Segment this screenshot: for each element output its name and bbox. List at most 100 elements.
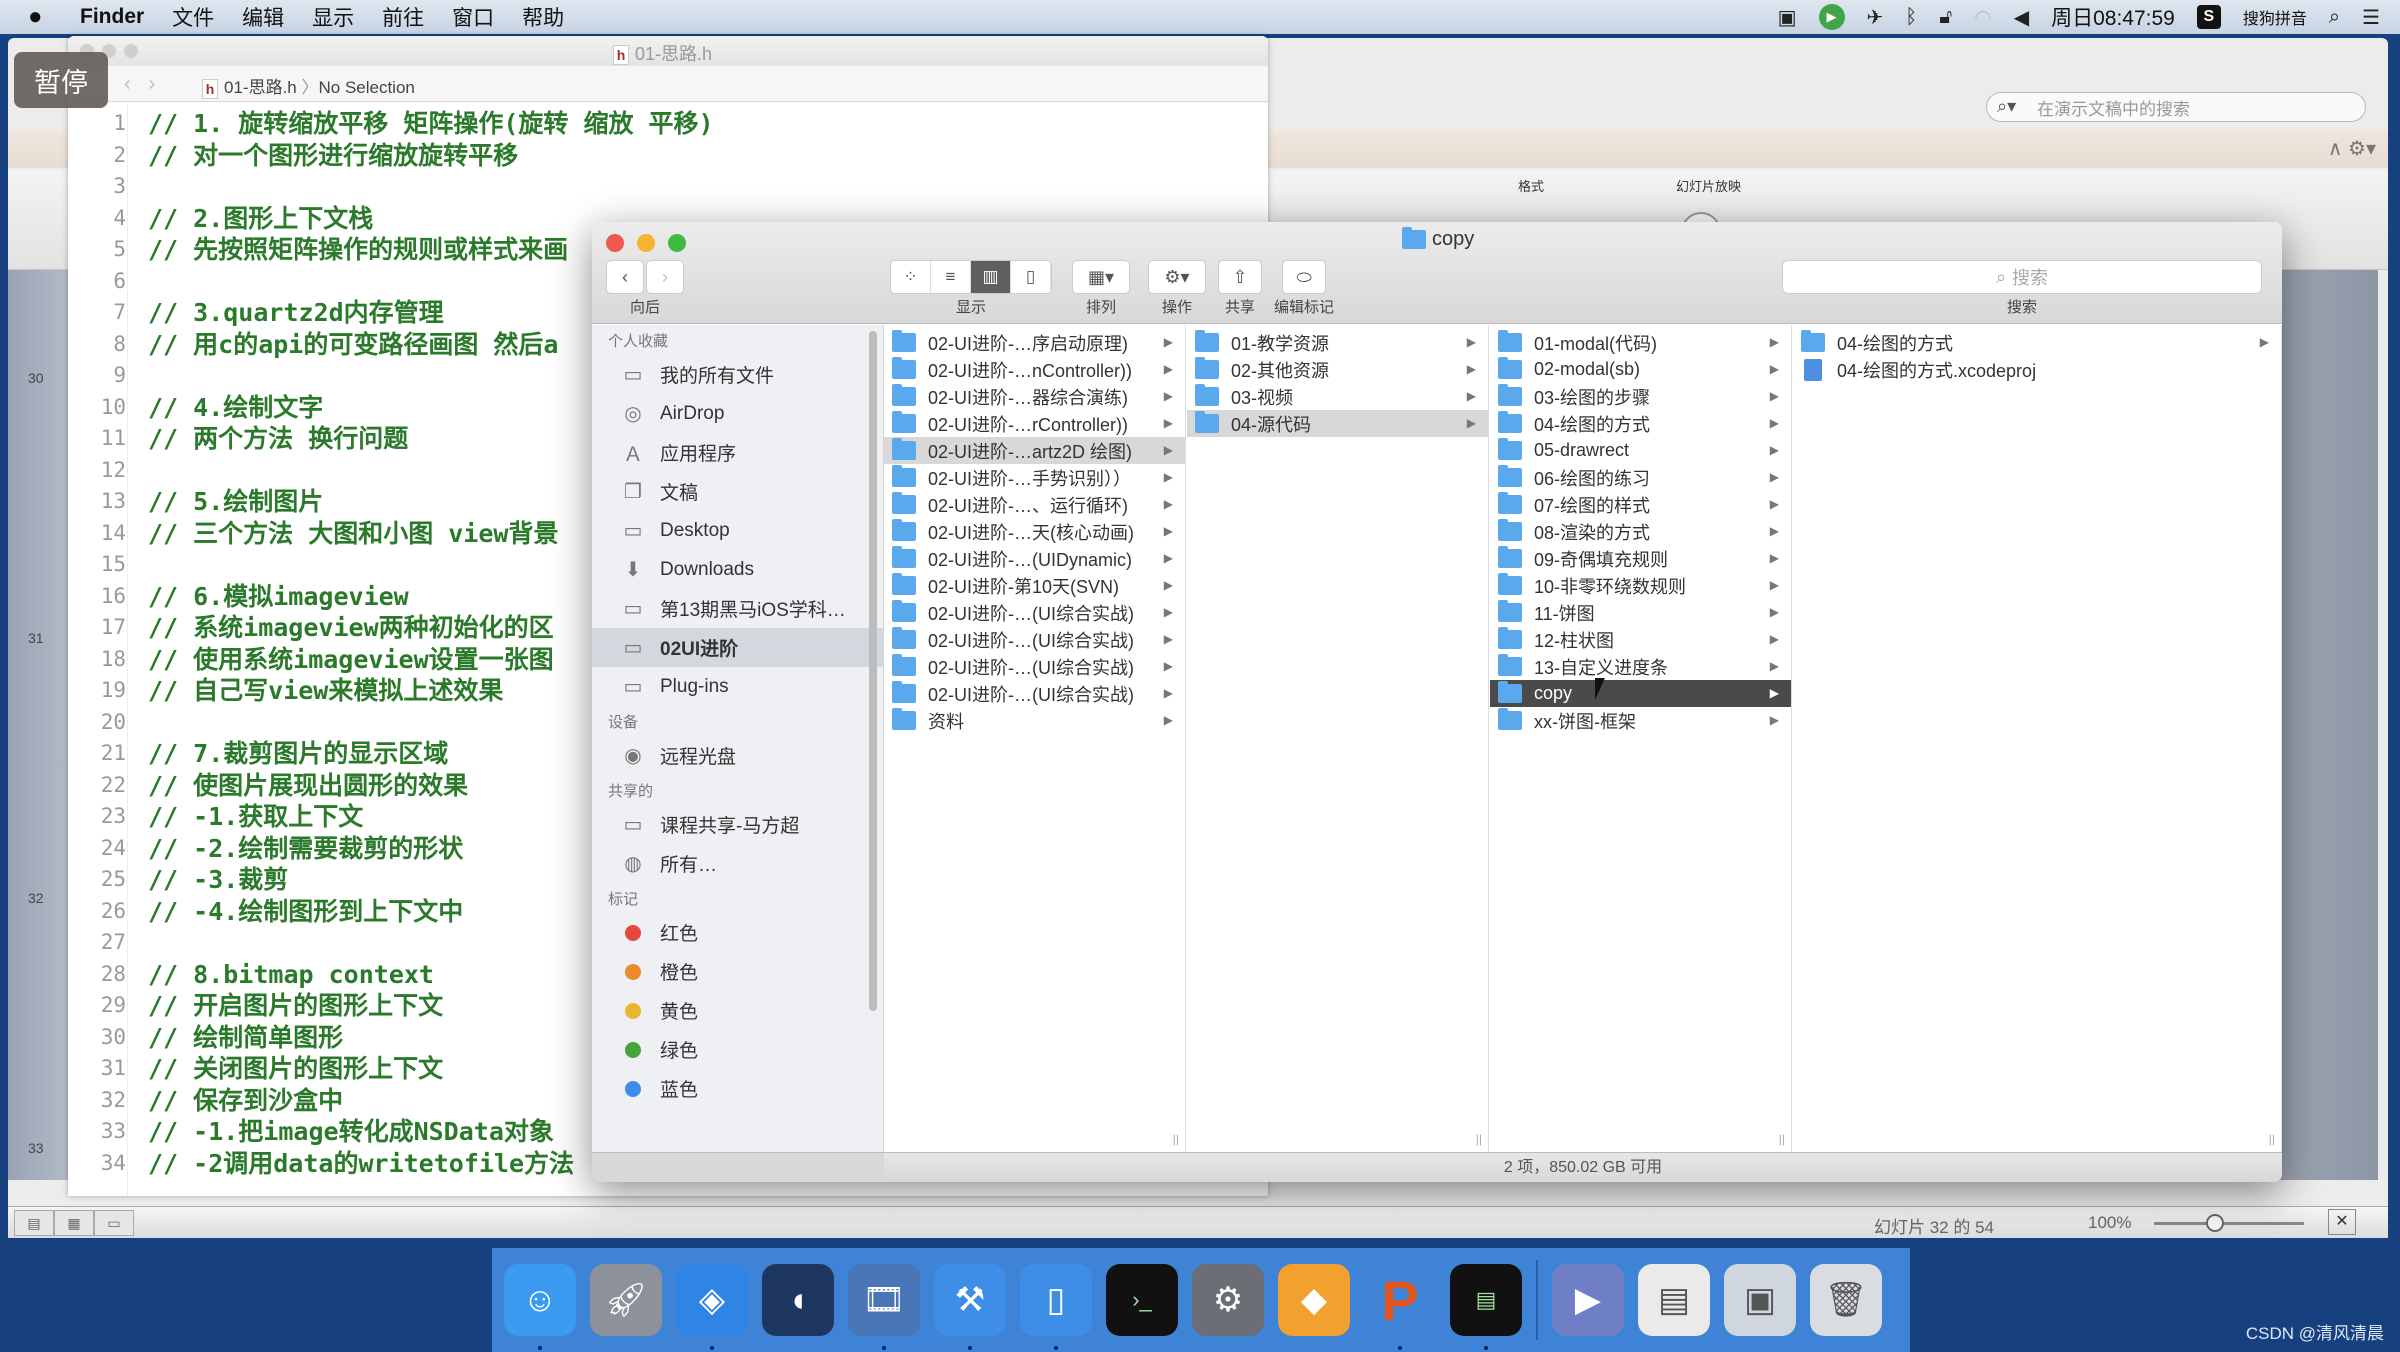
file-list-item[interactable]: 02-UI进阶-…器综合演练) ▶ xyxy=(884,383,1185,410)
sidebar-item[interactable]: ▭ 课程共享-马方超 xyxy=(592,805,883,844)
simulator-icon[interactable]: ▯ xyxy=(1020,1264,1092,1350)
menu-view[interactable]: 显示 xyxy=(312,2,354,32)
code-line[interactable]: 3 xyxy=(113,171,1268,203)
file-list-item[interactable]: 02-UI进阶-…天(核心动画) ▶ xyxy=(884,518,1185,545)
column-resize-handle[interactable]: || xyxy=(1173,1132,1179,1146)
file-list-item[interactable]: 02-UI进阶-…(UIDynamic) ▶ xyxy=(884,545,1185,572)
file-list-item[interactable]: 03-绘图的步骤 ▶ xyxy=(1490,383,1791,410)
sidebar-item[interactable]: Ａ 应用程序 xyxy=(592,433,883,472)
file-list-item[interactable]: xx-饼图-框架 ▶ xyxy=(1490,707,1791,734)
sidebar-item[interactable]: ◉ 远程光盘 xyxy=(592,736,883,775)
menu-help[interactable]: 帮助 xyxy=(522,2,564,32)
zoom-icon[interactable] xyxy=(668,234,686,252)
file-list-item[interactable]: 02-其他资源 ▶ xyxy=(1187,356,1488,383)
file-list-item[interactable]: 05-drawrect ▶ xyxy=(1490,437,1791,464)
document-preview-icon[interactable]: ▤ xyxy=(1638,1264,1710,1336)
history-nav-icons[interactable]: ‹› xyxy=(124,73,173,96)
file-list-item[interactable]: 01-教学资源 ▶ xyxy=(1187,329,1488,356)
trash-icon[interactable]: 🗑︎ xyxy=(1810,1264,1882,1336)
sidebar-item[interactable]: ⬇ Downloads xyxy=(592,550,883,589)
screen-record-icon[interactable]: ▣ xyxy=(1778,5,1797,30)
sketch-icon[interactable]: ◆ xyxy=(1278,1264,1350,1336)
file-list-item[interactable]: 02-UI进阶-…(UI综合实战) ▶ xyxy=(884,599,1185,626)
input-method-label[interactable]: 搜狗拼音 xyxy=(2243,5,2307,29)
icon-view-icon[interactable]: ⁘ xyxy=(891,261,931,293)
sidebar-item[interactable]: 绿色 xyxy=(592,1030,883,1069)
sidebar-item[interactable]: 橙色 xyxy=(592,952,883,991)
pause-overlay-button[interactable]: 暂停 xyxy=(14,52,108,108)
file-list-item[interactable]: 02-modal(sb) ▶ xyxy=(1490,356,1791,383)
file-list-item[interactable]: 02-UI进阶-…artz2D 绘图) ▶ xyxy=(884,437,1185,464)
zoom-slider-knob[interactable] xyxy=(2206,1214,2224,1232)
wifi-icon[interactable]: ◠ xyxy=(1974,5,1991,30)
file-list-item[interactable]: 12-柱状图 ▶ xyxy=(1490,626,1791,653)
sidebar-item[interactable]: ▭ Plug-ins xyxy=(592,667,883,706)
sidebar-item[interactable]: ◍ 所有… xyxy=(592,844,883,883)
menu-app-finder[interactable]: Finder xyxy=(80,5,144,29)
file-list-item[interactable]: 03-视频 ▶ xyxy=(1187,383,1488,410)
menu-window[interactable]: 窗口 xyxy=(452,2,494,32)
file-list-item[interactable]: 08-渲染的方式 ▶ xyxy=(1490,518,1791,545)
sidebar-item[interactable]: ▭ 第13期黑马iOS学科… xyxy=(592,589,883,628)
column-resize-handle[interactable]: || xyxy=(1476,1132,1482,1146)
menu-go[interactable]: 前往 xyxy=(382,2,424,32)
airplane-icon[interactable]: ✈ xyxy=(1867,5,1884,30)
code-line[interactable]: 1 // 1. 旋转缩放平移 矩阵操作(旋转 缩放 平移) xyxy=(113,108,1268,140)
file-list-item[interactable]: 02-UI进阶-…手势识别）） ▶ xyxy=(884,464,1185,491)
share-icon[interactable]: ⇧ xyxy=(1218,260,1262,294)
file-list-item[interactable]: 02-UI进阶-…、运行循环) ▶ xyxy=(884,491,1185,518)
normal-view-icon[interactable]: ▤ xyxy=(14,1210,54,1236)
file-list-item[interactable]: 11-饼图 ▶ xyxy=(1490,599,1791,626)
file-list-item[interactable]: 04-绘图的方式 ▶ xyxy=(1490,410,1791,437)
safari-icon[interactable]: ◈ xyxy=(676,1264,748,1350)
sidebar-item[interactable]: ▭ 我的所有文件 xyxy=(592,355,883,394)
console-icon[interactable]: ▤ xyxy=(1450,1264,1522,1350)
slide-number[interactable]: 32 xyxy=(28,890,44,906)
sidebar-item[interactable]: 蓝色 xyxy=(592,1069,883,1108)
file-list-item[interactable]: 02-UI进阶-…(UI综合实战) ▶ xyxy=(884,626,1185,653)
close-icon[interactable] xyxy=(606,234,624,252)
back-button[interactable]: ‹ xyxy=(606,260,644,294)
column-view-icon[interactable]: ▥ xyxy=(971,261,1011,293)
finder-icon[interactable]: ☺ xyxy=(504,1264,576,1350)
file-list-item[interactable]: 13-自定义进度条 ▶ xyxy=(1490,653,1791,680)
ribbon-collapse-gear-icon[interactable]: ∧ ⚙▾ xyxy=(2328,136,2376,161)
file-list-item[interactable]: 04-绘图的方式 ▶ xyxy=(1793,329,2281,356)
sidebar-scrollbar[interactable] xyxy=(869,331,877,1011)
fit-window-icon[interactable]: ✕ xyxy=(2328,1209,2356,1235)
system-preferences-icon[interactable]: ⚙ xyxy=(1192,1264,1264,1336)
sogou-icon[interactable]: S xyxy=(2196,5,2221,29)
volume-icon[interactable]: ◀ xyxy=(2014,5,2029,30)
file-list-item[interactable]: 02-UI进阶-第10天(SVN) ▶ xyxy=(884,572,1185,599)
sidebar-item[interactable]: ▭ 02UI进阶 xyxy=(592,628,883,667)
file-list-item[interactable]: 10-非零环绕数规则 ▶ xyxy=(1490,572,1791,599)
notification-center-icon[interactable]: ☰ xyxy=(2362,5,2380,30)
apple-menu-icon[interactable]: ● xyxy=(28,3,58,31)
file-list-item[interactable]: 02-UI进阶-…rController)) ▶ xyxy=(884,410,1185,437)
sidebar-item[interactable]: 红色 xyxy=(592,913,883,952)
clock[interactable]: 周日08:47:59 xyxy=(2051,2,2175,32)
zoom-slider[interactable] xyxy=(2154,1222,2304,1225)
slide-number[interactable]: 31 xyxy=(28,630,44,646)
slide-number[interactable]: 30 xyxy=(28,370,44,386)
file-list-item[interactable]: 01-modal(代码) ▶ xyxy=(1490,329,1791,356)
file-list-item[interactable]: 02-UI进阶-…序启动原理) ▶ xyxy=(884,329,1185,356)
sidebar-item[interactable]: ▭ Desktop xyxy=(592,511,883,550)
slide-number[interactable]: 33 xyxy=(28,1140,44,1156)
screenflow-icon[interactable]: 🎞︎ xyxy=(848,1264,920,1350)
code-line[interactable]: 2 // 对一个图形进行缩放旋转平移 xyxy=(113,140,1268,172)
launchpad-icon[interactable]: 🚀︎ xyxy=(590,1264,662,1336)
file-list-item[interactable]: 资料 ▶ xyxy=(884,707,1185,734)
presenter-view-icon[interactable]: ▭ xyxy=(94,1210,134,1236)
minimize-icon[interactable] xyxy=(637,234,655,252)
column-resize-handle[interactable]: || xyxy=(2269,1132,2275,1146)
file-list-item[interactable]: 09-奇偶填充规则 ▶ xyxy=(1490,545,1791,572)
breadcrumb-file[interactable]: 01-思路.h xyxy=(224,78,297,97)
mouse-app-icon[interactable]: ◖ xyxy=(762,1264,834,1336)
action-gear-button[interactable]: ⚙▾ xyxy=(1148,260,1206,294)
menu-edit[interactable]: 编辑 xyxy=(242,2,284,32)
sidebar-item[interactable]: ◎ AirDrop xyxy=(592,394,883,433)
green-play-icon[interactable]: ▶ xyxy=(1818,4,1845,30)
list-view-icon[interactable]: ≡ xyxy=(931,261,971,293)
sidebar-item[interactable]: ❐ 文稿 xyxy=(592,472,883,511)
